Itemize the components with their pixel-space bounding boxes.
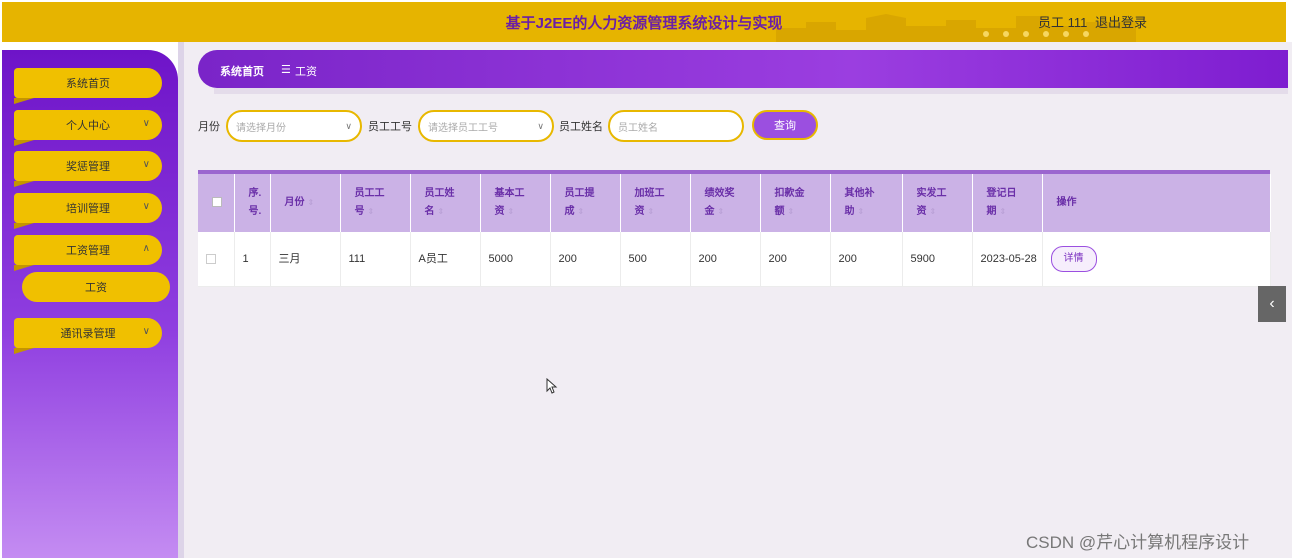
breadcrumb-separator-icon: ☰	[281, 64, 291, 76]
column-header-bonus[interactable]: 绩效奖金 ⇕	[690, 174, 761, 232]
main-content: 系统首页 ☰ 工资 月份 请选择月份 ∨ 员工工号 请选择员工工号 ∨ 员工姓名…	[184, 42, 1292, 558]
sort-icon: ⇕	[999, 207, 1007, 216]
chevron-down-icon: ∨	[142, 326, 150, 337]
sidebar-item-label: 个人中心	[66, 120, 110, 132]
column-header-empno[interactable]: 员工工号 ⇕	[340, 174, 411, 232]
chevron-up-icon: ∧	[142, 243, 150, 254]
name-input[interactable]: 员工姓名	[608, 110, 744, 142]
mouse-cursor-icon	[546, 378, 558, 394]
sidebar-item-label: 系统首页	[66, 78, 110, 90]
cell-action: 详情	[1042, 232, 1271, 287]
cell-deduction: 200	[760, 232, 831, 287]
select-all-checkbox[interactable]	[198, 174, 235, 232]
cell-month: 三月	[270, 232, 341, 287]
sidebar-subitem-salary[interactable]: 工资	[22, 272, 170, 302]
cell-allowance: 200	[830, 232, 903, 287]
name-label: 员工姓名	[559, 121, 603, 133]
sort-icon: ⇕	[857, 207, 865, 216]
table-row: 1 三月 111 A员工 5000 200 500 200 200 200 59…	[198, 232, 1271, 287]
top-header: 基于J2EE的人力资源管理系统设计与实现 员工 111 退出登录	[2, 2, 1286, 42]
empno-select[interactable]: 请选择员工工号 ∨	[418, 110, 554, 142]
column-header-action: 操作	[1042, 174, 1271, 232]
chevron-down-icon: ∨	[142, 201, 150, 212]
chevron-left-icon[interactable]: ‹	[1258, 286, 1286, 322]
column-header-base[interactable]: 基本工资 ⇕	[480, 174, 551, 232]
chevron-down-icon: ∨	[537, 121, 544, 131]
sort-icon: ⇕	[929, 207, 937, 216]
sort-icon: ⇕	[787, 207, 795, 216]
month-placeholder: 请选择月份	[236, 122, 286, 134]
chevron-down-icon: ∨	[142, 159, 150, 170]
table-header-row: 序. 号. 月份 ⇕ 员工工号 ⇕ 员工姓名 ⇕ 基本工资 ⇕ 员工提成 ⇕ 加班工资 ⇕ 绩…	[198, 174, 1271, 232]
row-checkbox[interactable]	[198, 232, 235, 287]
month-select[interactable]: 请选择月份 ∨	[226, 110, 362, 142]
sidebar-item-salary[interactable]: 工资管理 ∧	[14, 235, 162, 271]
column-header-month[interactable]: 月份 ⇕	[270, 174, 341, 232]
cell-overtime: 500	[620, 232, 691, 287]
cell-name: A员工	[410, 232, 481, 287]
column-header-commission[interactable]: 员工提成 ⇕	[550, 174, 621, 232]
sidebar-item-personal-center[interactable]: 个人中心 ∨	[14, 110, 162, 146]
sidebar-item-home[interactable]: 系统首页	[14, 68, 162, 104]
column-header-overtime[interactable]: 加班工资 ⇕	[620, 174, 691, 232]
cell-index: 1	[234, 232, 271, 287]
sort-icon: ⇕	[437, 207, 445, 216]
cell-bonus: 200	[690, 232, 761, 287]
column-header-net[interactable]: 实发工资 ⇕	[902, 174, 973, 232]
empno-label: 员工工号	[368, 121, 412, 133]
cell-date-text: 2023-05-28	[980, 252, 1037, 265]
detail-button[interactable]: 详情	[1050, 245, 1097, 272]
sort-icon: ⇕	[507, 207, 515, 216]
breadcrumb-current: 工资	[295, 66, 317, 78]
column-header-allowance[interactable]: 其他补助 ⇕	[830, 174, 903, 232]
month-label: 月份	[198, 121, 220, 133]
sidebar-item-label: 奖惩管理	[66, 161, 110, 173]
current-user: 员工 111	[1038, 15, 1088, 30]
sidebar-item-training[interactable]: 培训管理 ∨	[14, 193, 162, 229]
sidebar-item-label: 通讯录管理	[60, 328, 116, 340]
breadcrumb: 系统首页 ☰ 工资	[198, 50, 1288, 88]
watermark: CSDN @芹心计算机程序设计	[1026, 533, 1250, 552]
sort-icon: ⇕	[577, 207, 585, 216]
sort-icon: ⇕	[307, 198, 315, 207]
sort-icon: ⇕	[717, 207, 725, 216]
cell-net: 5900	[902, 232, 973, 287]
sidebar-item-label: 培训管理	[66, 203, 110, 215]
sort-icon: ⇕	[647, 207, 655, 216]
sidebar-subitem-label: 工资	[85, 282, 107, 294]
salary-table: 序. 号. 月份 ⇕ 员工工号 ⇕ 员工姓名 ⇕ 基本工资 ⇕ 员工提成 ⇕ 加班工资 ⇕ 绩…	[198, 170, 1271, 287]
sort-icon: ⇕	[367, 207, 375, 216]
column-header-index: 序. 号.	[234, 174, 271, 232]
breadcrumb-shadow	[214, 88, 1288, 94]
cell-empno: 111	[340, 232, 411, 287]
search-button[interactable]: 查询	[752, 110, 818, 140]
sidebar-item-contacts[interactable]: 通讯录管理 ∨	[14, 318, 162, 354]
sidebar: 系统首页 个人中心 ∨ 奖惩管理 ∨ 培训管理 ∨ 工资管理 ∧ 工资 通讯录管…	[2, 50, 178, 558]
sidebar-item-rewards[interactable]: 奖惩管理 ∨	[14, 151, 162, 187]
cell-commission: 200	[550, 232, 621, 287]
empno-placeholder: 请选择员工工号	[428, 122, 498, 134]
column-header-deduction[interactable]: 扣款金额 ⇕	[760, 174, 831, 232]
logout-link[interactable]: 退出登录	[1095, 12, 1147, 31]
name-placeholder: 员工姓名	[618, 122, 658, 134]
column-header-date[interactable]: 登记日期 ⇕	[972, 174, 1043, 232]
chevron-down-icon: ∨	[142, 118, 150, 129]
cell-base: 5000	[480, 232, 551, 287]
breadcrumb-home[interactable]: 系统首页	[220, 63, 264, 79]
column-header-name[interactable]: 员工姓名 ⇕	[410, 174, 481, 232]
page-title: 基于J2EE的人力资源管理系统设计与实现	[505, 15, 783, 32]
chevron-down-icon: ∨	[345, 121, 352, 131]
cell-date: 2023-05-28	[972, 232, 1043, 287]
sidebar-item-label: 工资管理	[66, 245, 110, 257]
